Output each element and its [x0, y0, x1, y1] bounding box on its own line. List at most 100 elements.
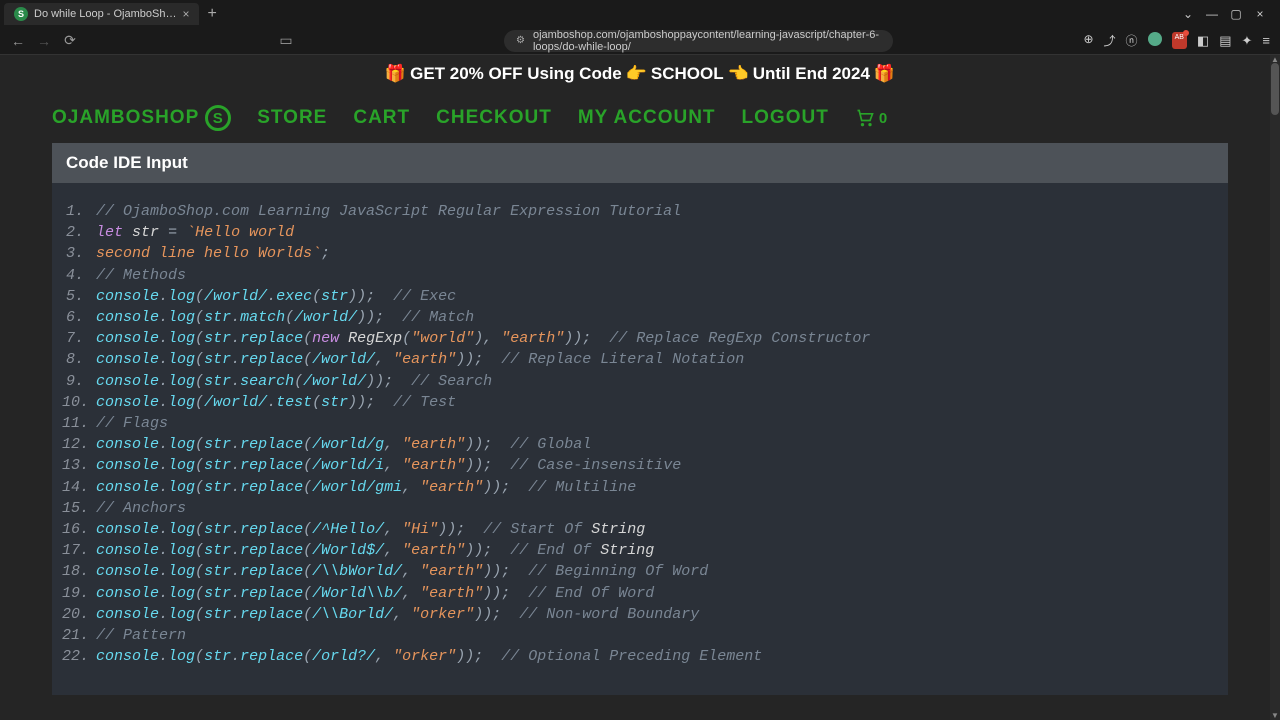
- logo-text: OJAMBOSHOP: [52, 107, 199, 129]
- code-text: // Anchors: [96, 498, 186, 519]
- menu-icon[interactable]: ≡: [1262, 33, 1270, 49]
- code-text: // Pattern: [96, 625, 186, 646]
- code-line[interactable]: 22.console.log(str.replace(/orld?/, "ork…: [62, 646, 1218, 667]
- logo-link[interactable]: OJAMBOSHOP S: [52, 105, 231, 131]
- sidebar-icon[interactable]: ◧: [1197, 33, 1209, 49]
- line-number: 17.: [62, 540, 96, 561]
- code-editor[interactable]: 1.// OjamboShop.com Learning JavaScript …: [52, 183, 1228, 695]
- code-text: console.log(str.replace(/\\bWorld/, "ear…: [96, 561, 708, 582]
- logo-badge-icon: S: [205, 105, 231, 131]
- code-line[interactable]: 7.console.log(str.replace(new RegExp("wo…: [62, 328, 1218, 349]
- code-line[interactable]: 15.// Anchors: [62, 498, 1218, 519]
- code-text: console.log(str.replace(/World$/, "earth…: [96, 540, 654, 561]
- main-content: Code IDE Input 1.// OjamboShop.com Learn…: [0, 143, 1280, 695]
- code-text: console.log(str.replace(/world/i, "earth…: [96, 455, 681, 476]
- gift-icon: 🎁: [874, 64, 895, 84]
- cart-button[interactable]: 0: [855, 108, 888, 128]
- tab-title: Do while Loop - OjamboSh…: [34, 8, 176, 20]
- window-controls: ⌄ — ▢ ×: [1180, 7, 1276, 21]
- bookmark-icon[interactable]: ▭: [278, 32, 294, 49]
- minimize-icon[interactable]: —: [1204, 7, 1220, 21]
- tab-favicon-icon: S: [14, 7, 28, 21]
- back-button[interactable]: ←: [10, 33, 26, 49]
- code-text: console.log(str.replace(/world/gmi, "ear…: [96, 477, 636, 498]
- close-tab-icon[interactable]: ×: [182, 7, 189, 21]
- nav-cart[interactable]: CART: [353, 107, 410, 129]
- scrollbar-thumb[interactable]: [1271, 63, 1279, 115]
- maximize-icon[interactable]: ▢: [1228, 7, 1244, 21]
- sparkle-icon[interactable]: ✦: [1242, 33, 1253, 49]
- code-line[interactable]: 11.// Flags: [62, 413, 1218, 434]
- point-right-icon: 👉: [626, 64, 647, 84]
- extension-green-icon[interactable]: [1148, 32, 1162, 46]
- vertical-scrollbar[interactable]: ▲ ▼: [1270, 55, 1280, 720]
- code-line[interactable]: 4.// Methods: [62, 265, 1218, 286]
- code-line[interactable]: 17.console.log(str.replace(/World$/, "ea…: [62, 540, 1218, 561]
- line-number: 15.: [62, 498, 96, 519]
- share-icon[interactable]: ⤴: [1104, 32, 1116, 49]
- address-bar-icons: ⊕ ⤴ ⓝ AB: [1083, 32, 1186, 49]
- gift-icon: 🎁: [385, 64, 406, 84]
- line-number: 2.: [62, 222, 96, 243]
- site-navigation: OJAMBOSHOP S STORE CART CHECKOUT MY ACCO…: [0, 93, 1280, 143]
- code-line[interactable]: 13.console.log(str.replace(/world/i, "ea…: [62, 455, 1218, 476]
- line-number: 19.: [62, 583, 96, 604]
- line-number: 20.: [62, 604, 96, 625]
- code-text: console.log(str.replace(/orld?/, "orker"…: [96, 646, 762, 667]
- adblock-icon[interactable]: AB: [1172, 32, 1187, 49]
- promo-prefix: GET 20% OFF Using Code: [410, 64, 622, 84]
- code-text: console.log(str.replace(new RegExp("worl…: [96, 328, 870, 349]
- code-line[interactable]: 2.let str = `Hello world: [62, 222, 1218, 243]
- code-line[interactable]: 1.// OjamboShop.com Learning JavaScript …: [62, 201, 1218, 222]
- code-line[interactable]: 21.// Pattern: [62, 625, 1218, 646]
- browser-tab-bar: S Do while Loop - OjamboSh… × + ⌄ — ▢ ×: [0, 0, 1280, 27]
- line-number: 22.: [62, 646, 96, 667]
- nav-logout[interactable]: LOGOUT: [742, 107, 829, 129]
- code-text: console.log(str.replace(/\\Borld/, "orke…: [96, 604, 699, 625]
- close-window-icon[interactable]: ×: [1252, 7, 1268, 21]
- browser-tab[interactable]: S Do while Loop - OjamboSh… ×: [4, 3, 199, 25]
- code-line[interactable]: 10.console.log(/world/.test(str)); // Te…: [62, 392, 1218, 413]
- new-tab-button[interactable]: +: [199, 5, 224, 23]
- reload-button[interactable]: ⟳: [62, 32, 78, 49]
- code-line[interactable]: 20.console.log(str.replace(/\\Borld/, "o…: [62, 604, 1218, 625]
- code-line[interactable]: 12.console.log(str.replace(/world/g, "ea…: [62, 434, 1218, 455]
- code-line[interactable]: 3.second line hello Worlds`;: [62, 243, 1218, 264]
- cart-icon: [855, 108, 875, 128]
- nav-checkout[interactable]: CHECKOUT: [436, 107, 552, 129]
- line-number: 1.: [62, 201, 96, 222]
- line-number: 21.: [62, 625, 96, 646]
- nav-myaccount[interactable]: MY ACCOUNT: [578, 107, 716, 129]
- zoom-icon[interactable]: ⊕: [1083, 32, 1093, 49]
- line-number: 4.: [62, 265, 96, 286]
- browser-address-bar: ← → ⟳ ▭ ⚙ ojamboshop.com/ojamboshoppayco…: [0, 27, 1280, 55]
- code-text: console.log(str.search(/world/)); // Sea…: [96, 371, 492, 392]
- line-number: 12.: [62, 434, 96, 455]
- line-number: 18.: [62, 561, 96, 582]
- code-line[interactable]: 8.console.log(str.replace(/world/, "eart…: [62, 349, 1218, 370]
- code-text: console.log(/world/.exec(str)); // Exec: [96, 286, 456, 307]
- rss-icon[interactable]: ⓝ: [1126, 32, 1138, 49]
- promo-suffix: Until End 2024: [753, 64, 870, 84]
- line-number: 10.: [62, 392, 96, 413]
- nav-store[interactable]: STORE: [257, 107, 327, 129]
- url-input[interactable]: ⚙ ojamboshop.com/ojamboshoppaycontent/le…: [504, 30, 893, 52]
- chevron-down-icon[interactable]: ⌄: [1180, 7, 1196, 21]
- code-text: console.log(str.match(/world/)); // Matc…: [96, 307, 474, 328]
- scrollbar-down-icon[interactable]: ▼: [1271, 711, 1279, 720]
- code-line[interactable]: 5.console.log(/world/.exec(str)); // Exe…: [62, 286, 1218, 307]
- reader-icon[interactable]: ▤: [1219, 33, 1231, 49]
- code-line[interactable]: 6.console.log(str.match(/world/)); // Ma…: [62, 307, 1218, 328]
- code-line[interactable]: 16.console.log(str.replace(/^Hello/, "Hi…: [62, 519, 1218, 540]
- code-text: console.log(str.replace(/^Hello/, "Hi"))…: [96, 519, 645, 540]
- code-line[interactable]: 14.console.log(str.replace(/world/gmi, "…: [62, 477, 1218, 498]
- site-settings-icon[interactable]: ⚙: [516, 35, 525, 46]
- code-line[interactable]: 9.console.log(str.search(/world/)); // S…: [62, 371, 1218, 392]
- line-number: 5.: [62, 286, 96, 307]
- code-line[interactable]: 18.console.log(str.replace(/\\bWorld/, "…: [62, 561, 1218, 582]
- url-text: ojamboshop.com/ojamboshoppaycontent/lear…: [533, 29, 882, 53]
- code-line[interactable]: 19.console.log(str.replace(/World\\b/, "…: [62, 583, 1218, 604]
- forward-button[interactable]: →: [36, 33, 52, 49]
- code-text: console.log(str.replace(/world/, "earth"…: [96, 349, 744, 370]
- code-text: // Flags: [96, 413, 168, 434]
